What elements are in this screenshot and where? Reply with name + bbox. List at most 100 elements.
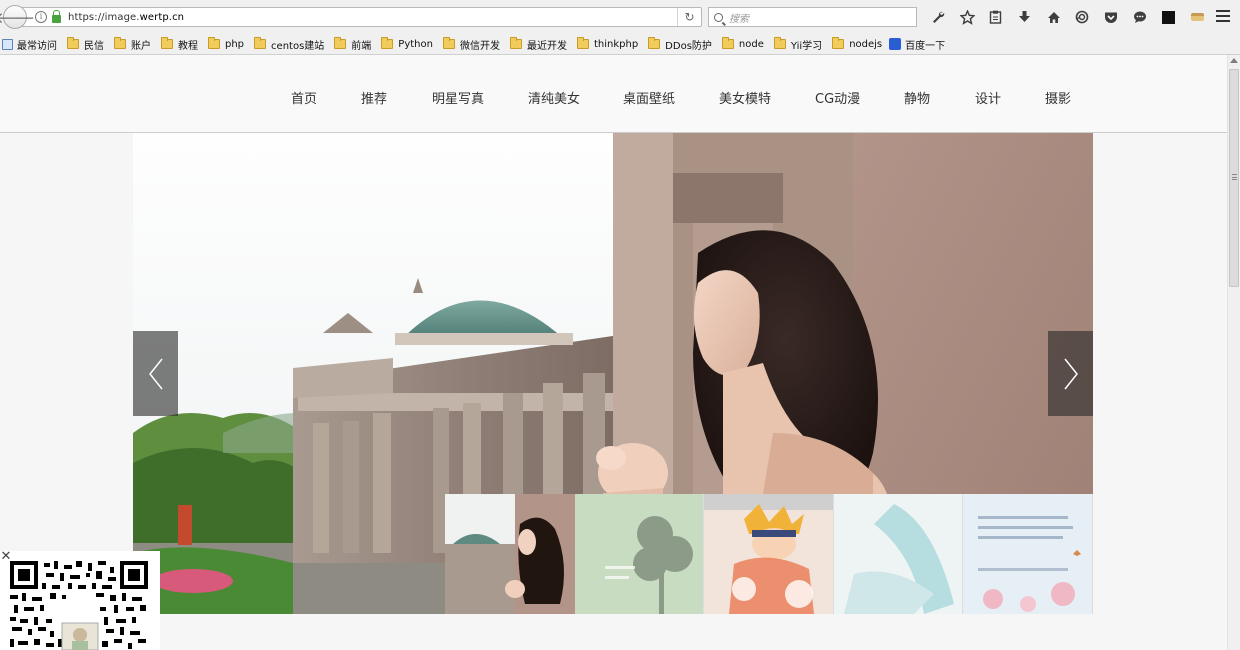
- bookmark-item[interactable]: node: [719, 34, 771, 55]
- bookmark-item[interactable]: 最常访问: [2, 34, 64, 55]
- url-domain: wertp.cn: [139, 11, 185, 23]
- nav-item-cg-anime[interactable]: CG动漫: [815, 88, 860, 107]
- nav-item-wallpaper[interactable]: 桌面壁纸: [623, 88, 675, 107]
- sync-icon[interactable]: [1068, 8, 1097, 26]
- nav-item-star-photos[interactable]: 明星写真: [432, 88, 484, 107]
- browser-toolbar: 🡐 i https://image.wertp.cn ↻ 搜索: [0, 0, 1240, 34]
- star-icon[interactable]: [953, 8, 982, 26]
- nav-item-pure-beauty[interactable]: 清纯美女: [528, 88, 580, 107]
- qr-code-image: [10, 561, 150, 650]
- slider-next-button[interactable]: [1048, 331, 1093, 416]
- menu-line: [1216, 15, 1230, 17]
- bookmark-label: nodejs: [849, 38, 883, 50]
- home-icon[interactable]: [1039, 8, 1068, 26]
- qr-code-popup: ✕: [0, 550, 160, 650]
- nav-item-recommend[interactable]: 推荐: [361, 88, 387, 107]
- folder-icon: [114, 37, 126, 49]
- bookmark-label: 最常访问: [17, 40, 57, 52]
- thumbnail-image: [574, 494, 704, 614]
- folder-icon: [721, 37, 734, 49]
- thumbnail-1[interactable]: [445, 494, 575, 614]
- folder-icon: [648, 37, 661, 49]
- scroll-grip-icon: [1232, 174, 1237, 180]
- bookmark-item[interactable]: 最近开发: [507, 34, 574, 55]
- black-square: [1162, 10, 1176, 24]
- bookmark-label: node: [738, 38, 764, 50]
- bookmarks-bar: 最常访问 民信 账户 教程 php centos建站 前端 Python 微信开发 最近开发 thi…: [0, 34, 1240, 55]
- site-info-icon[interactable]: i: [35, 11, 47, 23]
- back-button[interactable]: 🡐: [0, 5, 35, 29]
- reload-icon: ↻: [684, 10, 695, 24]
- bookmark-label: 百度一下: [905, 40, 946, 52]
- wrench-icon[interactable]: [924, 8, 953, 26]
- nav-item-home[interactable]: 首页: [291, 88, 317, 107]
- bookmark-label: 民信: [84, 40, 104, 52]
- slider-thumbnails: [445, 494, 1093, 614]
- baidu-icon: 🐾: [889, 38, 902, 50]
- bookmark-item[interactable]: 前端: [331, 34, 378, 55]
- nav-item-models[interactable]: 美女模特: [719, 88, 771, 107]
- reading-list-icon[interactable]: [982, 8, 1011, 26]
- menu-line: [1216, 10, 1230, 12]
- black-square-icon[interactable]: [1154, 8, 1183, 26]
- thumbnail-4[interactable]: [833, 494, 964, 614]
- bookmark-label: 教程: [178, 40, 198, 52]
- search-bar[interactable]: 搜索: [708, 7, 917, 27]
- bookmark-item[interactable]: DDos防护: [645, 34, 719, 55]
- thumbnail-image: [833, 494, 963, 614]
- thumbnail-3[interactable]: [704, 494, 834, 614]
- search-placeholder: 搜索: [729, 13, 749, 25]
- bookmark-item[interactable]: nodejs: [829, 34, 889, 55]
- bookmark-item[interactable]: thinkphp: [574, 34, 645, 55]
- bookmark-label: Yii学习: [790, 40, 823, 52]
- bookmark-label: 微信开发: [459, 40, 500, 52]
- folder-icon: [254, 37, 267, 49]
- url-text: https://image.wertp.cn: [68, 12, 184, 23]
- folder-icon: [773, 37, 786, 49]
- bookmark-item[interactable]: php: [205, 34, 251, 55]
- bookmark-item[interactable]: Python: [378, 34, 440, 55]
- thumbnail-2[interactable]: [574, 494, 705, 614]
- cake-icon[interactable]: [1183, 8, 1212, 26]
- bookmark-item[interactable]: Yii学习: [771, 34, 829, 55]
- search-icon: [714, 12, 723, 22]
- thumbnail-5[interactable]: [963, 494, 1093, 614]
- bookmark-item[interactable]: 微信开发: [440, 34, 507, 55]
- folder-icon: [334, 37, 347, 49]
- reload-button[interactable]: ↻: [677, 8, 701, 26]
- toolbar-icons: [924, 8, 1212, 26]
- chat-icon[interactable]: [1126, 8, 1155, 26]
- bookmark-label: 账户: [131, 40, 151, 52]
- firstpage-icon: [2, 38, 13, 50]
- page-scrollbar[interactable]: [1227, 55, 1240, 650]
- bookmark-item[interactable]: 🐾 百度一下: [889, 34, 952, 55]
- bookmark-label: php: [225, 38, 245, 50]
- page-content: 首页 推荐 明星写真 清纯美女 桌面壁纸 美女模特 CG动漫 静物 设计 摄影: [0, 55, 1227, 650]
- nav-item-still-life[interactable]: 静物: [904, 88, 930, 107]
- hamburger-menu-icon[interactable]: [1216, 10, 1230, 22]
- bookmark-item[interactable]: 教程: [158, 34, 205, 55]
- folder-icon: [576, 37, 589, 49]
- bookmark-item[interactable]: 民信: [64, 34, 111, 55]
- chevron-left-icon: [148, 358, 163, 389]
- address-bar[interactable]: i https://image.wertp.cn ↻: [22, 7, 702, 27]
- thumbnail-image: [963, 494, 1092, 614]
- bookmark-item[interactable]: centos建站: [251, 34, 331, 55]
- folder-icon: [442, 37, 455, 49]
- url-prefix: https://image.: [68, 11, 140, 23]
- thumbnail-image: [445, 494, 575, 614]
- bookmark-label: 前端: [351, 40, 372, 52]
- back-arrow-icon: 🡐: [0, 8, 36, 27]
- download-icon[interactable]: [1010, 8, 1039, 26]
- pocket-icon[interactable]: [1097, 8, 1126, 26]
- lock-icon: [52, 9, 61, 23]
- scroll-up-arrow-icon[interactable]: [1230, 58, 1238, 63]
- slider-prev-button[interactable]: [133, 331, 178, 416]
- hero-slider[interactable]: [133, 133, 1093, 614]
- bookmark-label: DDos防护: [665, 40, 712, 52]
- cake-shape: [1191, 13, 1205, 21]
- scrollbar-thumb[interactable]: [1229, 69, 1239, 287]
- nav-item-design[interactable]: 设计: [975, 88, 1001, 107]
- nav-item-photography[interactable]: 摄影: [1045, 88, 1071, 107]
- bookmark-item[interactable]: 账户: [111, 34, 158, 55]
